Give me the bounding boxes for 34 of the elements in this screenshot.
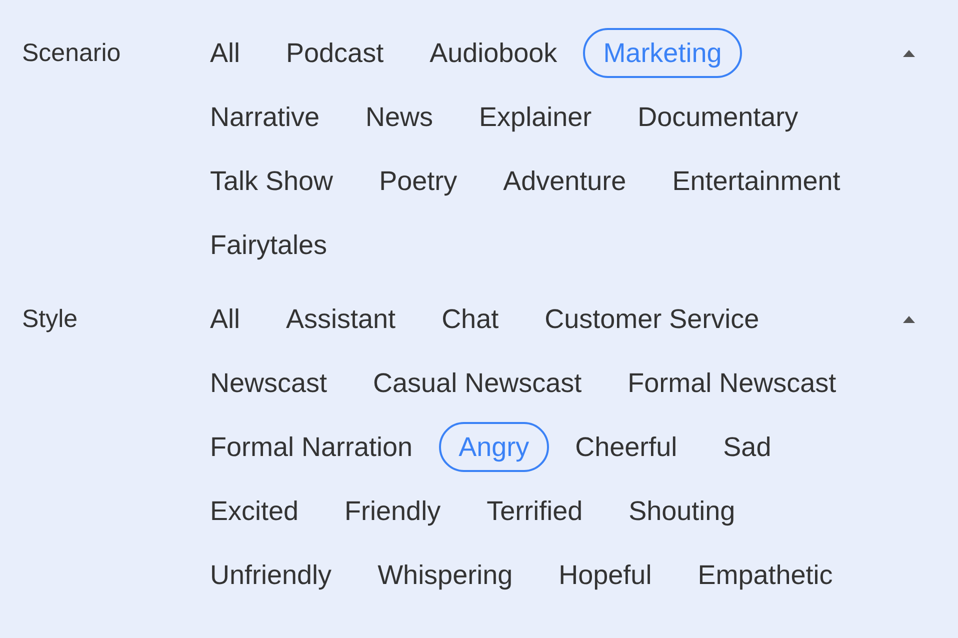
caret-up-icon <box>902 315 916 323</box>
filter-chip[interactable]: Narrative <box>190 92 340 142</box>
filter-chip[interactable]: News <box>346 92 454 142</box>
filter-chip[interactable]: Cheerful <box>555 422 698 472</box>
filter-chip[interactable]: Entertainment <box>652 156 860 206</box>
filter-chip[interactable]: All <box>190 294 260 344</box>
filter-chip[interactable]: Excited <box>190 486 319 536</box>
filter-chip[interactable]: Assistant <box>266 294 416 344</box>
filter-chip[interactable]: Explainer <box>459 92 612 142</box>
filter-chip[interactable]: Unfriendly <box>190 550 352 600</box>
filter-chip[interactable]: All <box>190 28 260 78</box>
filter-chip[interactable]: Sad <box>703 422 792 472</box>
filter-chip[interactable]: Terrified <box>466 486 603 536</box>
filter-chip[interactable]: Shouting <box>608 486 756 536</box>
filter-chip[interactable]: Hopeful <box>538 550 672 600</box>
filter-chip[interactable]: Poetry <box>359 156 478 206</box>
filter-chip[interactable]: Customer Service <box>524 294 780 344</box>
filter-chip[interactable]: Chat <box>422 294 519 344</box>
filter-label: Style <box>21 304 79 335</box>
filter-chip[interactable]: Talk Show <box>190 156 354 206</box>
filter-chip[interactable]: Whispering <box>358 550 533 600</box>
filter-chip[interactable]: Empathetic <box>678 550 853 600</box>
filter-label: Scenario <box>21 38 122 69</box>
filter-chip[interactable]: Fairytales <box>190 220 348 270</box>
filter-chip[interactable]: Formal Narration <box>190 422 433 472</box>
filter-chip[interactable]: Newscast <box>190 358 348 408</box>
filter-chip[interactable]: Adventure <box>483 156 646 206</box>
filter-chip[interactable]: Formal Newscast <box>608 358 856 408</box>
filter-chip[interactable]: Podcast <box>266 28 404 78</box>
filter-chip[interactable]: Casual Newscast <box>353 358 602 408</box>
caret-up-icon <box>902 49 916 57</box>
filter-chip[interactable]: Friendly <box>324 486 461 536</box>
filter-chip[interactable]: Audiobook <box>410 28 578 78</box>
filter-chip[interactable]: Documentary <box>618 92 818 142</box>
